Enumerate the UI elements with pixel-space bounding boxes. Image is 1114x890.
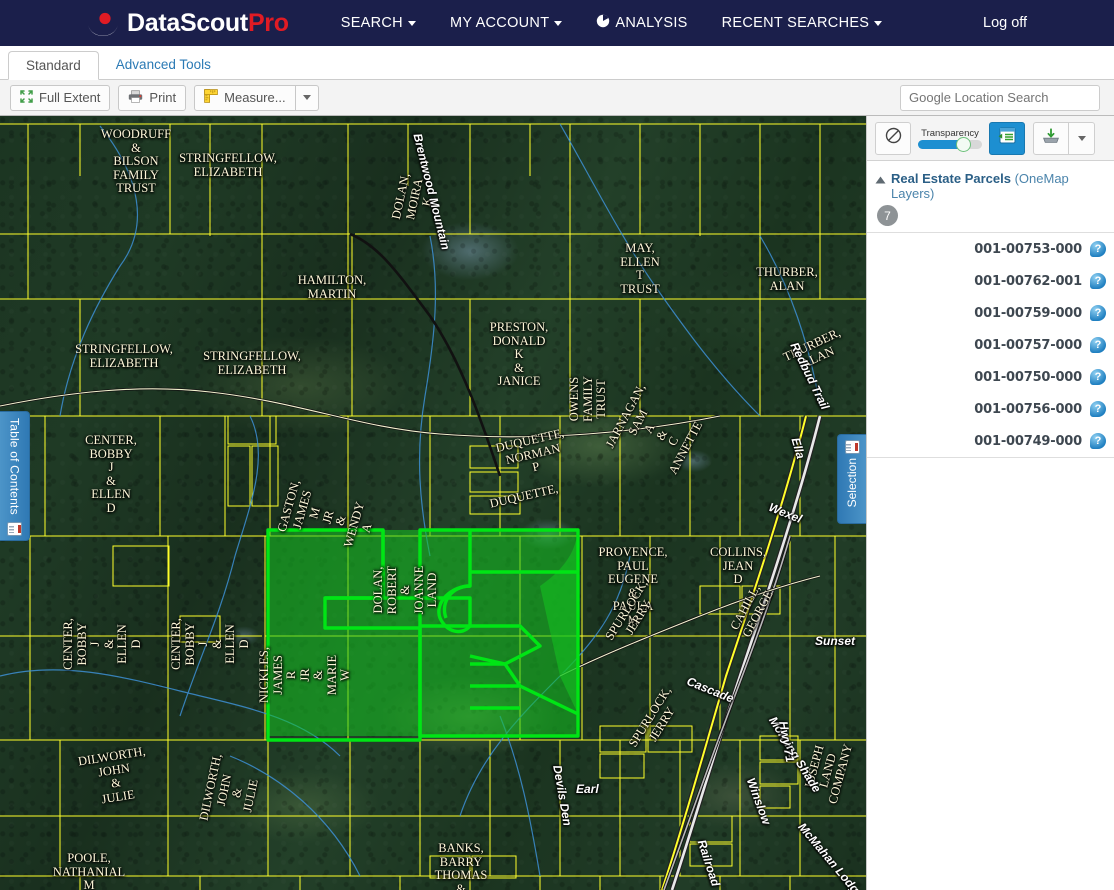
highway-corridor [659, 415, 823, 890]
results-list-button[interactable] [989, 121, 1025, 155]
chevron-down-icon [407, 20, 416, 26]
nav-item-analysis[interactable]: ANALYSIS [596, 14, 687, 32]
question-bubble-icon[interactable]: ? [1090, 305, 1106, 321]
crescent-dot-logo-icon [86, 9, 120, 37]
nav-item-recent-searches[interactable]: RECENT SEARCHES [722, 15, 883, 31]
full-extent-button[interactable]: Full Extent [10, 84, 111, 111]
parcel-result-list: 001-00753-000 ? 001-00762-001 ? 001-0075… [867, 232, 1114, 457]
chevron-down-icon [554, 20, 563, 26]
question-bubble-icon[interactable]: ? [1090, 369, 1106, 385]
parcel-id: 001-00762-001 [974, 273, 1082, 289]
main-content: ROBERTS, SHAWNA K WOODRUFF & BILSON FAMI… [0, 116, 1114, 890]
table-of-contents-tab[interactable]: Table of Contents [0, 411, 30, 541]
print-label: Print [149, 90, 177, 105]
chevron-down-icon [874, 20, 883, 26]
selected-parcels-highlight [266, 528, 580, 742]
export-button[interactable] [1033, 121, 1069, 155]
question-bubble-icon[interactable]: ? [1090, 337, 1106, 353]
parcel-id: 001-00756-000 [974, 401, 1082, 417]
full-extent-label: Full Extent [39, 90, 101, 105]
export-download-icon [1042, 127, 1060, 149]
view-tab-strip: Standard Advanced Tools [0, 46, 1114, 80]
stream-lines [0, 123, 821, 877]
print-button[interactable]: Print [118, 84, 187, 111]
export-button-group [1033, 121, 1095, 155]
panel-icon [844, 440, 860, 454]
tab-advanced-tools[interactable]: Advanced Tools [99, 50, 228, 79]
result-count-badge: 7 [877, 205, 898, 226]
brand-title: DataScoutPro [127, 8, 289, 37]
no-entry-clear-icon [885, 127, 902, 149]
nav-item-analysis-label: ANALYSIS [615, 15, 688, 31]
transparency-label: Transparency [921, 127, 979, 139]
list-item[interactable]: 001-00750-000 ? [867, 361, 1114, 393]
clear-selection-button[interactable] [875, 121, 911, 155]
parcel-id: 001-00753-000 [974, 241, 1082, 257]
printer-icon [128, 89, 143, 106]
measure-dropdown-button[interactable] [295, 84, 319, 111]
panel-toolbar: Transparency [867, 116, 1114, 161]
panel-icon [7, 522, 22, 536]
question-bubble-icon[interactable]: ? [1090, 433, 1106, 449]
nav-item-search-label: SEARCH [340, 15, 403, 31]
collapse-triangle-icon[interactable] [875, 176, 886, 184]
export-dropdown-button[interactable] [1069, 121, 1095, 155]
ruler-icon [204, 89, 218, 106]
list-item[interactable]: 001-00762-001 ? [867, 265, 1114, 297]
map-canvas[interactable]: ROBERTS, SHAWNA K WOODRUFF & BILSON FAMI… [0, 116, 866, 890]
selection-tab[interactable]: Selection [837, 434, 866, 524]
nav-links: SEARCH MY ACCOUNT ANALYSIS RECENT SEARCH… [341, 14, 883, 32]
nav-item-search[interactable]: SEARCH [341, 15, 416, 31]
list-item[interactable]: 001-00749-000 ? [867, 425, 1114, 457]
nav-item-my-account-label: MY ACCOUNT [449, 15, 550, 31]
list-item[interactable]: 001-00753-000 ? [867, 233, 1114, 265]
brand-logo-area[interactable]: DataScoutPro [86, 9, 289, 37]
selection-label: Selection [845, 458, 859, 508]
parcel-boundaries [0, 123, 866, 890]
list-item[interactable]: 001-00757-000 ? [867, 329, 1114, 361]
transparency-slider[interactable] [918, 136, 982, 152]
table-of-contents-label: Table of Contents [7, 418, 22, 515]
selection-results-panel: Transparency Real Estate Parcels (OneMap… [866, 116, 1114, 890]
pie-chart-icon [596, 14, 610, 32]
list-item[interactable]: 001-00756-000 ? [867, 393, 1114, 425]
parcel-id: 001-00759-000 [974, 305, 1082, 321]
question-bubble-icon[interactable]: ? [1090, 401, 1106, 417]
map-vector-overlay [0, 123, 866, 890]
measure-button[interactable]: Measure... [194, 84, 296, 111]
google-location-search-input[interactable] [900, 84, 1100, 111]
brand-name-main: DataScout [127, 8, 248, 37]
list-item[interactable]: 001-00759-000 ? [867, 297, 1114, 329]
layer-header[interactable]: Real Estate Parcels (OneMap Layers) [867, 161, 1114, 203]
parcel-id: 001-00757-000 [974, 337, 1082, 353]
nav-item-recent-searches-label: RECENT SEARCHES [721, 15, 870, 31]
transparency-control[interactable]: Transparency [917, 127, 983, 152]
parcel-id: 001-00750-000 [974, 369, 1082, 385]
brand-name-accent: Pro [247, 8, 289, 37]
map-toolbar: Full Extent Print Measure... [0, 80, 1114, 116]
layer-title: Real Estate Parcels (OneMap Layers) [891, 171, 1106, 201]
parcel-id: 001-00749-000 [974, 433, 1082, 449]
transparency-slider-knob[interactable] [956, 136, 971, 152]
results-list-icon [998, 127, 1017, 149]
chevron-down-icon [1077, 135, 1086, 141]
question-bubble-icon[interactable]: ? [1090, 273, 1106, 289]
measure-label: Measure... [224, 90, 286, 105]
tab-standard[interactable]: Standard [8, 51, 99, 80]
top-navigation-bar: DataScoutPro SEARCH MY ACCOUNT ANALYSIS … [0, 0, 1114, 46]
log-off-link[interactable]: Log off [983, 15, 1027, 31]
question-bubble-icon[interactable]: ? [1090, 241, 1106, 257]
list-end-divider [867, 457, 1114, 458]
nav-item-my-account[interactable]: MY ACCOUNT [449, 15, 563, 31]
chevron-down-icon [302, 95, 311, 100]
layer-name: Real Estate Parcels [891, 171, 1011, 186]
expand-arrows-icon [20, 89, 33, 106]
